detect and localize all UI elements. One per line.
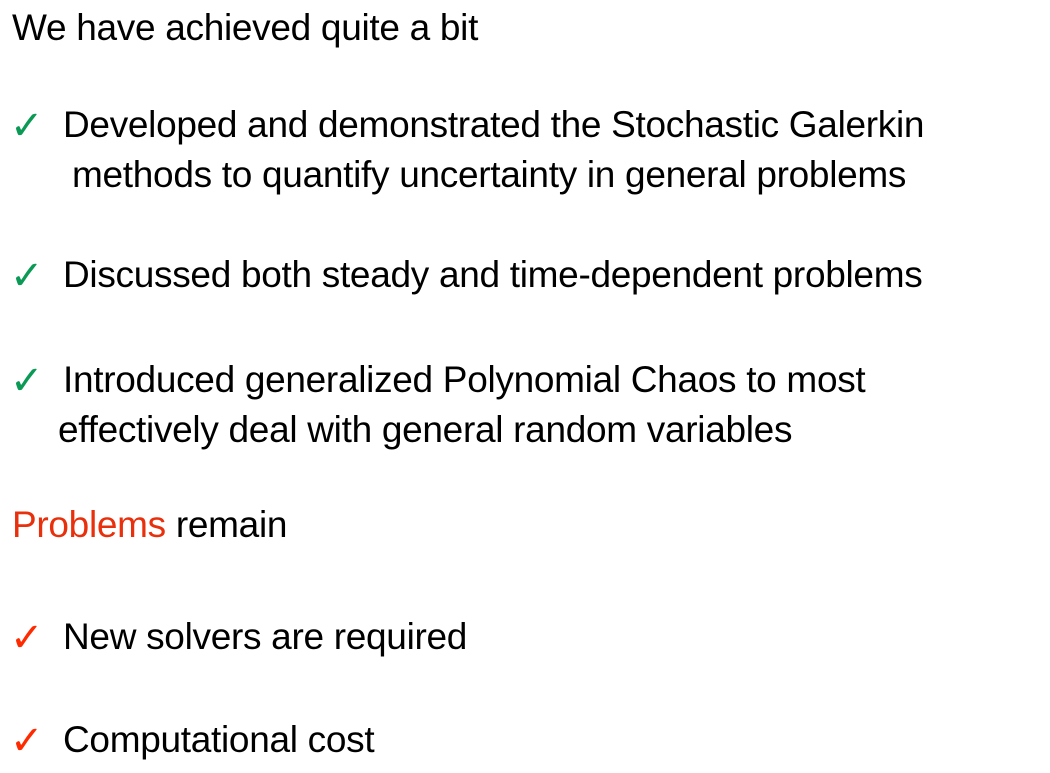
check-mark-icon: ✓ bbox=[10, 615, 44, 661]
check-mark-icon: ✓ bbox=[10, 103, 44, 149]
achievement-1-line1: Developed and demonstrated the Stochasti… bbox=[63, 104, 925, 145]
achievement-1-line2: methods to quantify uncertainty in gener… bbox=[72, 154, 907, 195]
check-mark-icon: ✓ bbox=[10, 358, 44, 404]
problem-2: Computational cost bbox=[63, 719, 375, 760]
problem-1: New solvers are required bbox=[63, 616, 468, 657]
heading-problems: Problems remain bbox=[12, 503, 287, 547]
achievement-3-line1: Introduced generalized Polynomial Chaos … bbox=[63, 359, 866, 400]
achievement-2-line1: Discussed both steady and time-dependent… bbox=[63, 254, 923, 295]
check-mark-icon: ✓ bbox=[10, 718, 44, 764]
heading-achieved: We have achieved quite a bit bbox=[12, 7, 479, 48]
problems-highlight: Problems bbox=[12, 504, 166, 545]
check-mark-icon: ✓ bbox=[10, 253, 44, 299]
achievement-3-line2: effectively deal with general random var… bbox=[58, 409, 793, 450]
problems-rest: remain bbox=[165, 504, 288, 545]
